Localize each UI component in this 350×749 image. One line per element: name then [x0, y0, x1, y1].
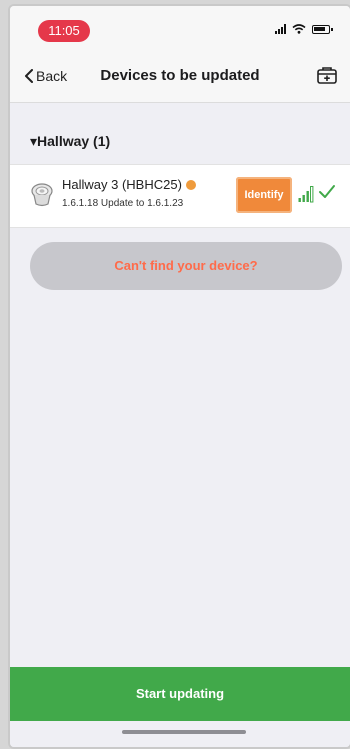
- status-bar: 11:05: [10, 6, 350, 48]
- device-version: 1.6.1.18 Update to 1.6.1.23: [62, 198, 184, 209]
- page-title: Devices to be updated: [100, 67, 260, 84]
- signal-strength-icon: [298, 186, 314, 203]
- phone-screen: 11:05 Back Devices to be updated ▾Hallwa…: [8, 4, 350, 749]
- device-name: Hallway 3 (HBHC25): [62, 177, 196, 192]
- device-row[interactable]: Hallway 3 (HBHC25) 1.6.1.18 Update to 1.…: [10, 164, 350, 228]
- battery-icon: [312, 24, 333, 34]
- device-sensor-icon: [31, 183, 53, 207]
- cellular-signal-icon: [275, 24, 286, 34]
- home-area: [10, 721, 350, 747]
- section-title: ▾Hallway (1): [30, 133, 111, 149]
- status-time: 11:05: [38, 20, 90, 42]
- status-dot-icon: [185, 180, 196, 190]
- wifi-icon: [292, 24, 306, 34]
- nav-bar: Back Devices to be updated: [10, 48, 350, 103]
- section-header[interactable]: ▾Hallway (1): [10, 103, 350, 163]
- device-name-text: Hallway 3 (HBHC25): [62, 177, 182, 192]
- toolbox-icon[interactable]: [316, 64, 338, 86]
- home-indicator[interactable]: [122, 730, 246, 734]
- cant-find-device-button[interactable]: Can't find your device?: [30, 242, 342, 290]
- status-icons: [275, 24, 333, 34]
- check-icon: [319, 185, 335, 198]
- start-updating-button[interactable]: Start updating: [10, 667, 350, 721]
- identify-button[interactable]: Identify: [236, 177, 292, 213]
